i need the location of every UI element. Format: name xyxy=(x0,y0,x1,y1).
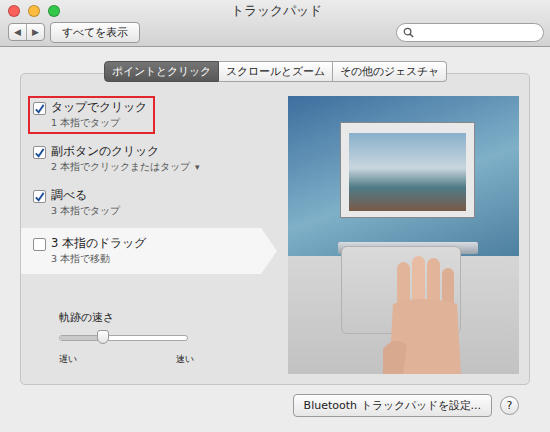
slider-knob[interactable] xyxy=(97,330,109,344)
option: タップでクリック 1 本指でタップ xyxy=(28,96,155,134)
slider-track[interactable] xyxy=(59,335,188,341)
option-row[interactable]: タップでクリック 1 本指でタップ xyxy=(21,96,277,134)
tab[interactable]: その他のジェスチャ xyxy=(333,61,447,82)
help-button[interactable]: ? xyxy=(500,396,519,415)
nav-button[interactable]: ◀ xyxy=(9,24,27,40)
settings-panel: タップでクリック 1 本指でタップ 副ボタンのクリック 2 本指でクリックまたは… xyxy=(20,73,530,385)
window-title: トラックパッド xyxy=(231,2,322,20)
show-all-button[interactable]: すべてを表示 xyxy=(50,22,140,43)
tracking-speed-slider: 軌跡の速さ 遅い 速い xyxy=(21,310,277,366)
nav-button[interactable]: ▶ xyxy=(27,24,44,40)
title-bar: トラックパッド xyxy=(8,0,544,21)
gesture-preview-video xyxy=(288,96,519,374)
nav-buttons: ◀▶ xyxy=(8,23,45,41)
zoom-button[interactable] xyxy=(48,5,60,17)
checkbox[interactable] xyxy=(33,102,46,115)
checkbox[interactable] xyxy=(33,190,46,203)
checkbox[interactable] xyxy=(33,146,46,159)
close-button[interactable] xyxy=(8,5,20,17)
option-row[interactable]: 副ボタンのクリック 2 本指でクリックまたはタップ▾ xyxy=(21,140,277,178)
option: 副ボタンのクリック 2 本指でクリックまたはタップ▾ xyxy=(28,140,208,178)
check-icon xyxy=(34,147,45,159)
tab[interactable]: ポイントとクリック xyxy=(104,61,219,82)
tab-bar: ポイントとクリックスクロールとズームその他のジェスチャ xyxy=(104,61,447,82)
check-icon xyxy=(34,103,45,115)
tab[interactable]: スクロールとズーム xyxy=(219,61,333,82)
option: 調べる 3 本指でタップ xyxy=(28,184,128,222)
hand-icon xyxy=(383,254,473,374)
option-row[interactable]: 調べる 3 本指でタップ xyxy=(21,184,277,222)
preferences-window: トラックパッド ◀▶ すべてを表示 ポイントとクリックスクロールとズームその他の… xyxy=(0,0,550,432)
checkbox[interactable] xyxy=(33,238,46,251)
bluetooth-setup-button[interactable]: Bluetooth トラックパッドを設定... xyxy=(293,394,492,417)
window-toolbar: トラックパッド ◀▶ すべてを表示 xyxy=(0,0,550,47)
check-icon xyxy=(34,191,45,203)
minimize-button[interactable] xyxy=(28,5,40,17)
option-row[interactable]: 3 本指のドラッグ 3 本指で移動 xyxy=(21,228,277,274)
search-field[interactable] xyxy=(396,23,544,42)
menu-arrow-icon[interactable]: ▾ xyxy=(195,162,200,172)
option: 3 本指のドラッグ 3 本指で移動 xyxy=(28,232,154,270)
magnifier-icon xyxy=(403,27,414,38)
